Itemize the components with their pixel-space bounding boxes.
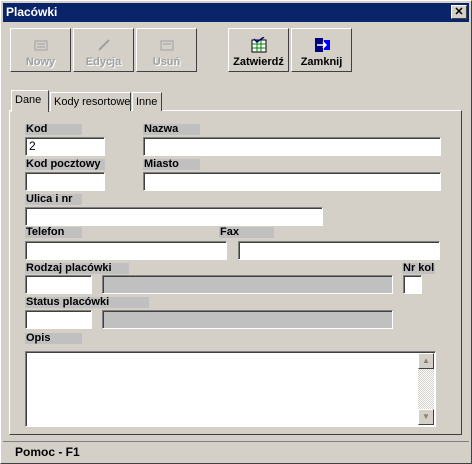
telefon-label: Telefon [25,227,82,238]
exit-door-icon [313,37,331,53]
tab-inne[interactable]: Inne [132,92,162,111]
edit-button[interactable]: Edycja [73,28,134,72]
opis-scrollbar[interactable]: ▲ ▼ [418,353,434,425]
opis-textarea[interactable]: ▲ ▼ [25,351,436,427]
new-button[interactable]: Nowy [10,28,71,72]
status-placowki-label: Status placówki [25,297,149,308]
ulica-label: Ulica i nr [25,194,82,205]
kod-pocztowy-field[interactable] [25,172,105,191]
nazwa-field[interactable] [143,137,441,156]
scroll-down-icon[interactable]: ▼ [418,409,434,425]
window-title: Placówki [6,5,58,19]
rodzaj-placowki-name-field [102,275,393,294]
scroll-up-icon[interactable]: ▲ [418,353,434,369]
opis-label: Opis [25,333,82,344]
nazwa-label: Nazwa [143,124,200,135]
fax-label: Fax [219,227,274,238]
delete-button[interactable]: Usuń [136,28,197,72]
placowki-window: Placówki ✕ Nowy Edycja Usuń Zatwierdź Za… [0,0,472,464]
nr-kol-label: Nr kol [402,262,435,274]
miasto-field[interactable] [143,172,441,191]
confirm-button[interactable]: Zatwierdź [228,28,289,72]
tab-dane[interactable]: Dane [11,90,49,112]
close-button-label: Zamknij [300,56,343,68]
fax-field[interactable] [238,241,440,260]
spreadsheet-check-icon [250,37,268,53]
status-placowki-name-field [102,310,393,329]
miasto-label: Miasto [143,159,200,170]
delete-button-label: Usuń [152,56,181,68]
title-bar: Placówki ✕ [3,3,469,22]
pencil-icon [95,37,113,53]
close-window-button[interactable]: ✕ [451,5,467,19]
close-button[interactable]: Zamknij [291,28,352,72]
delete-record-icon [158,37,176,53]
new-button-label: Nowy [25,56,56,68]
status-bar: Pomoc - F1 [3,441,469,461]
help-hint: Pomoc - F1 [15,445,80,459]
confirm-button-label: Zatwierdź [233,56,284,68]
rodzaj-placowki-label: Rodzaj placówki [25,263,129,274]
kod-field[interactable]: 2 [25,137,105,156]
kod-pocztowy-label: Kod pocztowy [25,159,105,170]
rodzaj-placowki-code-field[interactable] [25,275,92,294]
edit-button-label: Edycja [85,56,122,68]
telefon-field[interactable] [25,241,227,260]
kod-label: Kod [25,124,82,135]
nr-kol-field[interactable] [403,275,422,294]
ulica-field[interactable] [25,207,323,226]
status-placowki-code-field[interactable] [25,310,92,329]
new-record-icon [32,37,50,53]
tab-kody-resortowe[interactable]: Kody resortowe [50,92,131,111]
